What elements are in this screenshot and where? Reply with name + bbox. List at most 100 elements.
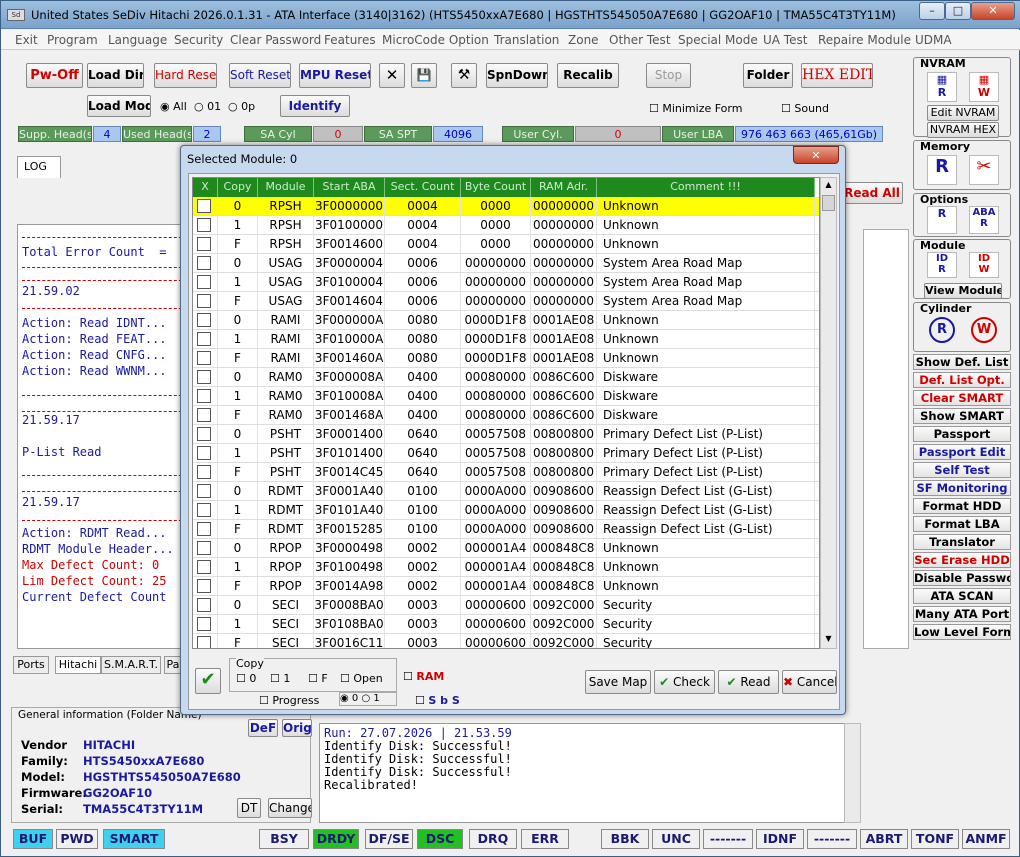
table-row[interactable]: 0 RPOP 3F0000498 0002 000001A4 000848C8 Unknow… [193, 539, 819, 558]
ram-checkbox[interactable]: ☐ RAM [403, 670, 444, 683]
row-checkbox[interactable] [197, 541, 211, 555]
table-row[interactable]: F RPSH 3F0014600 0004 0000 00000000 Unknown [193, 235, 819, 254]
radio-0[interactable]: ◉ 0 [340, 693, 358, 704]
column-header[interactable]: Sect. Count [385, 178, 461, 197]
right-button-show-smart[interactable]: Show SMART [913, 408, 1011, 424]
right-button-translator[interactable]: Translator [913, 534, 1011, 550]
table-row[interactable]: F RPOP 3F0014A98 0002 000001A4 000848C8 Unknow… [193, 577, 819, 596]
row-select-cell[interactable] [193, 634, 218, 648]
table-row[interactable]: F RAMI 3F001460A 0080 0000D1F8 0001AE08 Unknow… [193, 349, 819, 368]
row-checkbox[interactable] [197, 313, 211, 327]
change-button[interactable]: Change [268, 798, 312, 818]
menu-repaire-module[interactable]: Repaire Module [818, 33, 911, 47]
view-module-button[interactable]: View Module [924, 283, 1002, 299]
sbs-checkbox[interactable]: ☐ S b S [415, 694, 460, 707]
maximize-button[interactable]: □ [945, 2, 971, 20]
right-button-passport[interactable]: Passport [913, 426, 1011, 442]
radio-1[interactable]: ○ 1 [361, 693, 379, 704]
right-button-clear-smart[interactable]: Clear SMART [913, 390, 1011, 406]
row-select-cell[interactable] [193, 482, 218, 501]
row-checkbox[interactable] [197, 370, 211, 384]
row-checkbox[interactable] [197, 275, 211, 289]
orig-button[interactable]: Orig [282, 719, 312, 737]
row-checkbox[interactable] [197, 503, 211, 517]
right-button-sec-erase-hdd[interactable]: Sec Erase HDD [913, 552, 1011, 568]
identify-button[interactable]: Identify [280, 95, 350, 117]
right-button-ata-scan[interactable]: ATA SCAN [913, 588, 1011, 604]
right-button-many-ata-port[interactable]: Many ATA Port [913, 606, 1011, 622]
save-icon[interactable]: 💾 [411, 63, 437, 88]
grid-scrollbar[interactable]: ▲ ▼ [820, 177, 837, 649]
table-row[interactable]: 0 RPSH 3F0000000 0004 0000 00000000 Unknown [193, 197, 819, 216]
read-all-button[interactable]: Read All [841, 182, 903, 204]
row-checkbox[interactable] [197, 579, 211, 593]
row-checkbox[interactable] [197, 218, 211, 232]
pw-off-button[interactable]: Pw-Off [26, 63, 83, 88]
row-select-cell[interactable] [193, 235, 218, 254]
row-select-cell[interactable] [193, 406, 218, 425]
table-row[interactable]: F SECI 3F0016C11 0003 00000600 0092C000 Securi… [193, 634, 819, 648]
load-dir-button[interactable]: Load Dir [87, 63, 144, 88]
row-select-cell[interactable] [193, 520, 218, 539]
menu-microcode-option[interactable]: MicroCode Option [382, 33, 489, 47]
menu-security[interactable]: Security [174, 33, 223, 47]
row-select-cell[interactable] [193, 254, 218, 273]
tab-hitachi[interactable]: Hitachi [55, 656, 101, 674]
table-row[interactable]: 1 RAM0 3F010008A 0400 00080000 0086C600 Diskwa… [193, 387, 819, 406]
dialog-close-button[interactable]: ✕ [793, 146, 839, 164]
row-checkbox[interactable] [197, 465, 211, 479]
row-select-cell[interactable] [193, 330, 218, 349]
right-button-sf-monitoring[interactable]: SF Monitoring [913, 480, 1011, 496]
hex-edit-button[interactable]: HEX EDIT [801, 63, 873, 88]
nvram-write-icon[interactable]: ▦ W [969, 72, 999, 102]
row-select-cell[interactable] [193, 596, 218, 615]
menu-zone[interactable]: Zone [568, 33, 599, 47]
table-row[interactable]: 0 PSHT 3F0001400 0640 00057508 00800800 Primar… [193, 425, 819, 444]
menu-clear-password[interactable]: Clear Password [230, 33, 321, 47]
row-select-cell[interactable] [193, 349, 218, 368]
nvram-read-icon[interactable]: ▦ R [927, 72, 957, 102]
row-select-cell[interactable] [193, 501, 218, 520]
table-row[interactable]: 0 USAG 3F0000004 0006 00000000 00000000 System… [193, 254, 819, 273]
hard-reset-button[interactable]: Hard Reset [154, 63, 217, 88]
edit-nvram-button[interactable]: Edit NVRAM [927, 105, 999, 121]
row-select-cell[interactable] [193, 273, 218, 292]
menu-language[interactable]: Language [108, 33, 167, 47]
tools-icon[interactable]: ⚒ [451, 63, 477, 88]
right-button-low-level-format[interactable]: Low Level Format [913, 624, 1011, 640]
radio-0p[interactable]: ○ 0p [228, 100, 255, 113]
check-button[interactable]: ✔ Check [654, 670, 715, 694]
row-checkbox[interactable] [197, 484, 211, 498]
right-button-def-list-opt-[interactable]: Def. List Opt. [913, 372, 1011, 388]
row-checkbox[interactable] [197, 351, 211, 365]
minimize-form-checkbox[interactable]: ☐ Minimize Form [649, 102, 742, 115]
nvram-hex-button[interactable]: NVRAM HEX [927, 122, 999, 138]
cylinder-read-icon[interactable]: R [929, 317, 955, 343]
table-row[interactable]: F RAM0 3F001468A 0400 00080000 0086C600 Diskwa… [193, 406, 819, 425]
mpu-reset-button[interactable]: MPU Reset [299, 63, 371, 88]
column-header[interactable]: RAM Adr. [531, 178, 597, 197]
tab-log[interactable]: LOG [17, 156, 61, 178]
column-header[interactable]: Start ABA [314, 178, 385, 197]
read-button[interactable]: ✔ Read [718, 670, 779, 694]
cylinder-write-icon[interactable]: W [971, 317, 997, 343]
menu-udma[interactable]: UDMA [915, 33, 952, 47]
recalib-button[interactable]: Recalib [557, 63, 619, 88]
table-row[interactable]: 1 SECI 3F0108BA0 0003 00000600 0092C000 Securi… [193, 615, 819, 634]
copy-0-checkbox[interactable]: ☐ 0 [236, 672, 256, 685]
table-row[interactable]: F PSHT 3F0014C45 0640 00057508 00800800 Primar… [193, 463, 819, 482]
tab-s-m-a-r-t-[interactable]: S.M.A.R.T. [101, 656, 161, 674]
table-row[interactable]: 0 RAMI 3F000000A 0080 0000D1F8 0001AE08 Unknow… [193, 311, 819, 330]
close-icon[interactable]: ✕ [379, 63, 405, 88]
row-checkbox[interactable] [197, 427, 211, 441]
tab-ports[interactable]: Ports [13, 656, 49, 674]
right-button-self-test[interactable]: Self Test [913, 462, 1011, 478]
close-button[interactable]: ✕ [971, 2, 1015, 20]
row-select-cell[interactable] [193, 387, 218, 406]
column-header[interactable]: Byte Count [461, 178, 531, 197]
soft-reset-button[interactable]: Soft Reset [229, 63, 291, 88]
row-checkbox[interactable] [197, 598, 211, 612]
stop-button[interactable]: Stop [646, 63, 691, 88]
column-header[interactable]: Comment !!! [597, 178, 815, 197]
dt-button[interactable]: DT [237, 798, 261, 818]
